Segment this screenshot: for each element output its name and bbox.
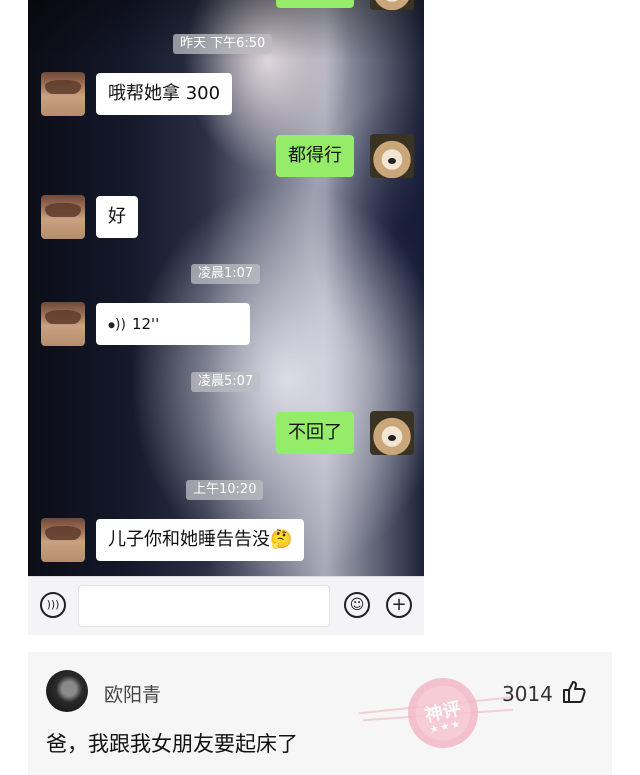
commenter-name[interactable]: 欧阳青 bbox=[104, 680, 161, 707]
message-bubble-self: 都得行 bbox=[276, 135, 354, 177]
chat-screenshot: 昨天 下午6:50 哦帮她拿 300 都得行 好 凌晨1:07 ⦁)) 12'' … bbox=[28, 0, 424, 576]
voice-duration: 12'' bbox=[131, 315, 160, 333]
message-input[interactable] bbox=[78, 585, 330, 627]
avatar-contact bbox=[41, 195, 85, 239]
message-bubble-self: 不回了 bbox=[276, 412, 354, 454]
comment-card: 欧阳青 神评 ★★★ 3014 爸，我跟我女朋友要起床了 bbox=[28, 652, 612, 775]
voice-wave-icon: ⦁)) bbox=[108, 317, 126, 333]
message-bubble: 哦帮她拿 300 bbox=[96, 73, 233, 115]
avatar-self-top bbox=[370, 0, 414, 10]
chat-input-bar: ))) ☺ + bbox=[28, 576, 424, 635]
cut-off-bubble bbox=[276, 0, 354, 8]
avatar-contact bbox=[41, 302, 85, 346]
avatar-self bbox=[370, 411, 414, 455]
timestamp: 凌晨5:07 bbox=[191, 372, 261, 392]
message-bubble: 儿子你和她睡告告没🤔 bbox=[96, 519, 305, 561]
like-count: 3014 bbox=[502, 682, 553, 706]
comment-text: 爸，我跟我女朋友要起床了 bbox=[46, 732, 298, 756]
timestamp: 昨天 下午6:50 bbox=[173, 34, 273, 54]
avatar-contact bbox=[41, 518, 85, 562]
commenter-avatar[interactable] bbox=[46, 670, 88, 712]
thumbs-up-icon[interactable] bbox=[561, 679, 587, 705]
avatar-self bbox=[370, 134, 414, 178]
timestamp: 凌晨1:07 bbox=[191, 264, 261, 284]
plus-icon[interactable]: + bbox=[386, 592, 412, 618]
avatar-contact bbox=[41, 72, 85, 116]
voice-message-bubble[interactable]: ⦁)) 12'' bbox=[96, 303, 250, 345]
top-comment-badge: 神评 ★★★ bbox=[401, 671, 485, 755]
emoji-icon[interactable]: ☺ bbox=[344, 592, 370, 618]
voice-icon[interactable]: ))) bbox=[40, 592, 66, 618]
timestamp: 上午10:20 bbox=[186, 480, 264, 500]
message-bubble: 好 bbox=[96, 196, 138, 238]
